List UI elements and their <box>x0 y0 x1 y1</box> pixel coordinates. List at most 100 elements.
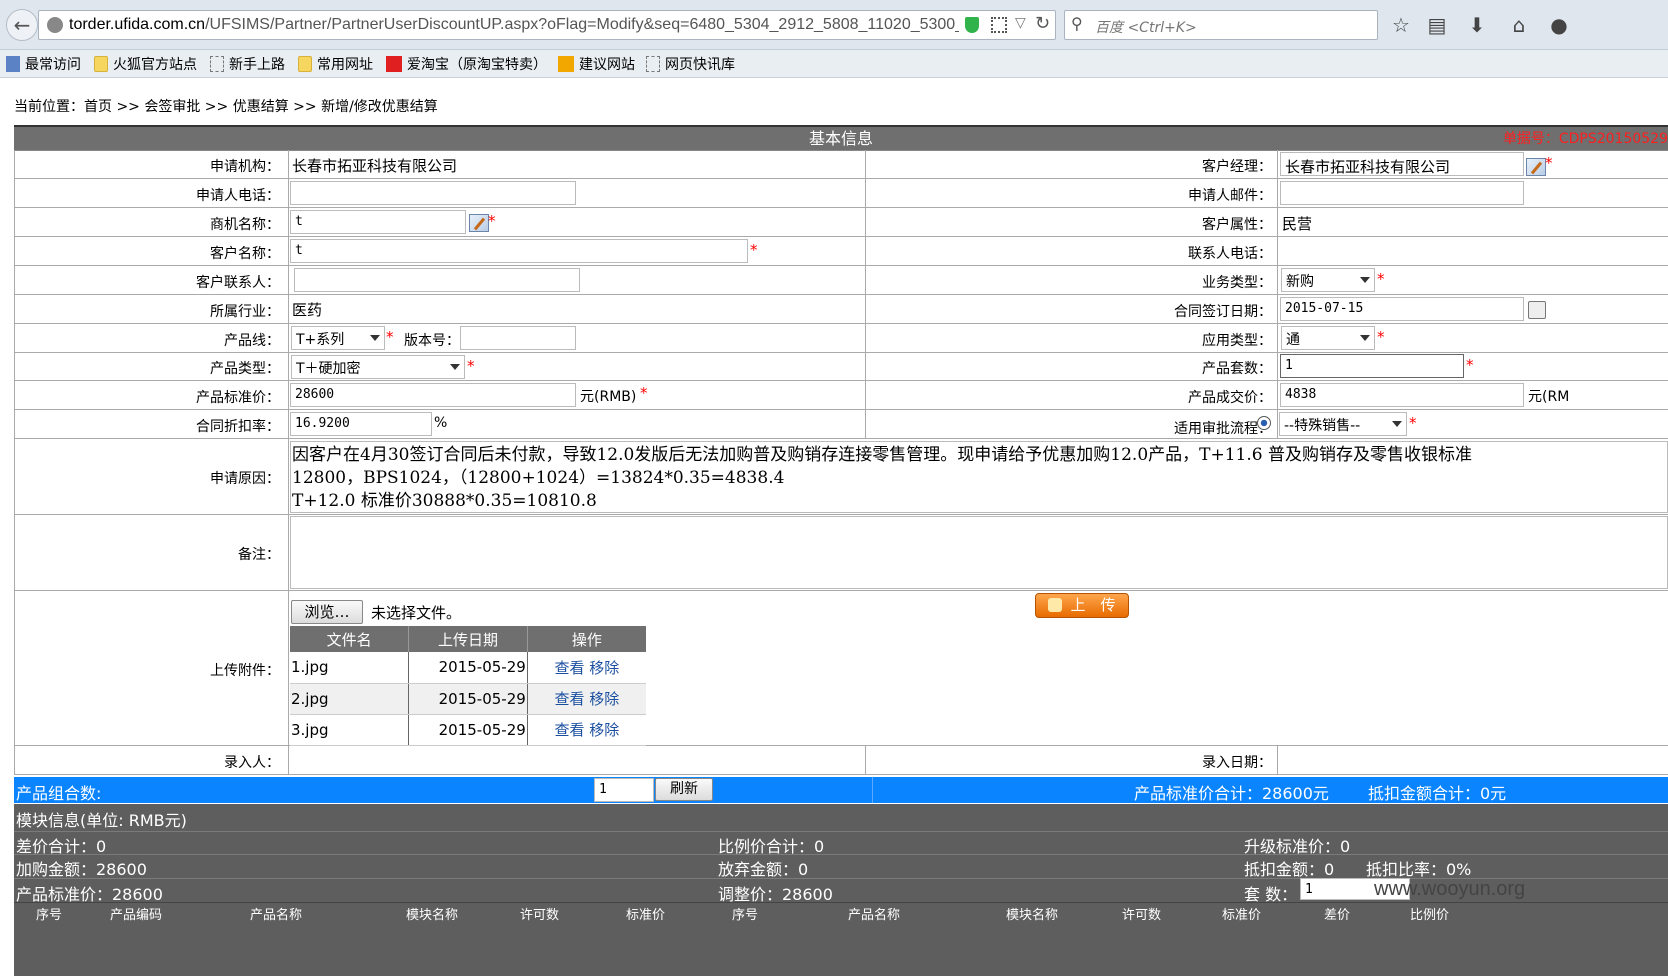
label-deal-price: 产品成交价： <box>1188 390 1272 406</box>
column-header: 标准价 <box>1222 908 1262 923</box>
row-divider <box>14 590 1668 591</box>
customer-input[interactable]: t <box>290 239 748 263</box>
product-type-select[interactable]: T＋硬加密 <box>291 355 465 379</box>
phone-input[interactable] <box>290 181 576 205</box>
row-divider <box>14 438 1668 439</box>
label-entry-date: 录入日期： <box>1202 755 1272 771</box>
taobao-icon <box>386 56 402 72</box>
table-row: 3.jpg 2015-05-29 查看 移除 <box>290 714 646 746</box>
std-price-input[interactable]: 28600 <box>290 383 576 407</box>
label-app-type: 应用类型： <box>1202 333 1272 349</box>
opportunity-input[interactable]: t <box>290 210 466 234</box>
home-icon[interactable]: ⌂ <box>1506 12 1532 38</box>
row-divider <box>14 323 1668 324</box>
version-input[interactable] <box>460 326 576 350</box>
bookmark-suggested-sites[interactable]: 建议网站 <box>558 54 635 74</box>
shield-icon[interactable] <box>965 17 979 33</box>
required-mark: * <box>1466 356 1474 374</box>
bookmark-web-slices[interactable]: 网页快讯库 <box>646 54 735 74</box>
actions-cell: 查看 移除 <box>527 683 646 715</box>
bookmark-most-visited[interactable]: 最常访问 <box>6 54 81 74</box>
page-icon <box>210 56 224 72</box>
column-header: 操作 <box>527 626 646 652</box>
bookmark-common-sites[interactable]: 常用网址 <box>298 54 373 74</box>
required-mark: * <box>1377 270 1385 288</box>
row-divider <box>14 380 1668 381</box>
required-mark: * <box>467 357 475 375</box>
download-icon[interactable]: ⬇ <box>1464 12 1490 38</box>
row-divider <box>14 902 1668 903</box>
upload-icon <box>1048 598 1063 612</box>
dropdown-arrow-icon[interactable]: ▽ <box>1015 15 1026 31</box>
deal-price-unit: 元(RM <box>1528 389 1570 405</box>
edit-icon[interactable] <box>469 214 489 232</box>
bookmark-icon <box>6 56 20 72</box>
manager-input[interactable]: 长春市拓亚科技有限公司 <box>1280 152 1524 176</box>
contract-date-input[interactable]: 2015-07-15 <box>1280 297 1524 321</box>
row-divider <box>14 207 1668 208</box>
edit-icon[interactable] <box>1526 158 1546 176</box>
table-header-row: 文件名 上传日期 操作 <box>290 626 646 652</box>
biz-type-select[interactable]: 新购 <box>1281 268 1375 292</box>
combo-count-input[interactable]: 1 <box>594 778 654 802</box>
label-version: 版本号： <box>404 333 460 349</box>
product-line-select[interactable]: T+系列 <box>291 326 385 350</box>
label-discount: 合同折扣率： <box>196 419 280 435</box>
view-link[interactable]: 查看 <box>555 721 585 739</box>
bookmarks-bar: 最常访问 火狐官方站点 新手上路 常用网址 爱淘宝（原淘宝特卖） 建议网站 网页… <box>0 50 1668 78</box>
row-divider <box>14 745 1668 746</box>
label-remark: 备注： <box>238 547 280 563</box>
row-divider <box>14 265 1668 266</box>
back-arrow-icon[interactable]: ← <box>6 9 38 41</box>
add-amount: 加购金额：28600 <box>16 860 147 879</box>
folder-icon <box>298 56 312 72</box>
search-box[interactable]: ⚲ 百度 <Ctrl+K> <box>1064 10 1378 40</box>
label-opportunity: 商机名称： <box>210 217 280 233</box>
discount-input[interactable]: 16.9200 <box>290 412 432 436</box>
label-std-price: 产品标准价： <box>196 390 280 406</box>
row-divider <box>14 774 1668 775</box>
label-customer-attr: 客户属性： <box>1202 217 1272 233</box>
deduct-amount: 抵扣金额：0 <box>1244 860 1335 879</box>
bookmark-getting-started[interactable]: 新手上路 <box>210 54 285 74</box>
approval-flow-select[interactable]: --特殊销售-- <box>1279 412 1407 436</box>
remark-textarea[interactable] <box>290 516 1668 589</box>
app-type-select[interactable]: 通 <box>1281 326 1375 350</box>
email-input[interactable] <box>1280 181 1524 205</box>
remove-link[interactable]: 移除 <box>589 721 619 739</box>
view-link[interactable]: 查看 <box>555 690 585 708</box>
refresh-button[interactable]: 刷新 <box>655 778 713 801</box>
remove-link[interactable]: 移除 <box>589 690 619 708</box>
industry-value: 医药 <box>292 301 323 319</box>
table-border <box>14 150 15 775</box>
view-link[interactable]: 查看 <box>555 659 585 677</box>
contact-input[interactable] <box>294 268 580 292</box>
required-mark: * <box>640 384 648 402</box>
column-header: 上传日期 <box>408 626 528 652</box>
section-header-basic-info: 基本信息 单据号：CDPS20150529 <box>14 125 1668 150</box>
bookmark-firefox-site[interactable]: 火狐官方站点 <box>94 54 197 74</box>
column-header: 标准价 <box>626 908 666 923</box>
abandon-amount: 放弃金额：0 <box>718 860 809 879</box>
address-bar[interactable]: torder.ufida.com.cn/UFSIMS/Partner/Partn… <box>38 10 1056 40</box>
bookmark-aitaobao[interactable]: 爱淘宝（原淘宝特卖） <box>386 54 547 74</box>
reading-list-icon[interactable]: ▤ <box>1424 12 1450 38</box>
chat-icon[interactable]: ● <box>1546 12 1572 38</box>
reload-icon[interactable]: ↻ <box>1035 13 1050 34</box>
label-product-line: 产品线： <box>224 333 280 349</box>
deal-price-input[interactable]: 4838 <box>1280 383 1524 407</box>
calendar-icon[interactable] <box>1528 301 1546 319</box>
column-divider <box>865 150 866 438</box>
upload-button[interactable]: 上 传 <box>1035 593 1129 618</box>
sets-input[interactable]: 1 <box>1280 354 1464 378</box>
label-biz-type: 业务类型： <box>1202 275 1272 291</box>
radio-button[interactable] <box>1257 416 1271 430</box>
label-manager: 客户经理： <box>1202 159 1272 175</box>
column-header: 产品名称 <box>250 908 303 923</box>
star-icon[interactable]: ☆ <box>1388 12 1414 38</box>
browse-button[interactable]: 浏览… <box>291 600 363 624</box>
column-divider <box>1277 745 1278 774</box>
qr-code-icon[interactable] <box>991 17 1007 33</box>
label-sets: 产品套数： <box>1202 361 1272 377</box>
remove-link[interactable]: 移除 <box>589 659 619 677</box>
